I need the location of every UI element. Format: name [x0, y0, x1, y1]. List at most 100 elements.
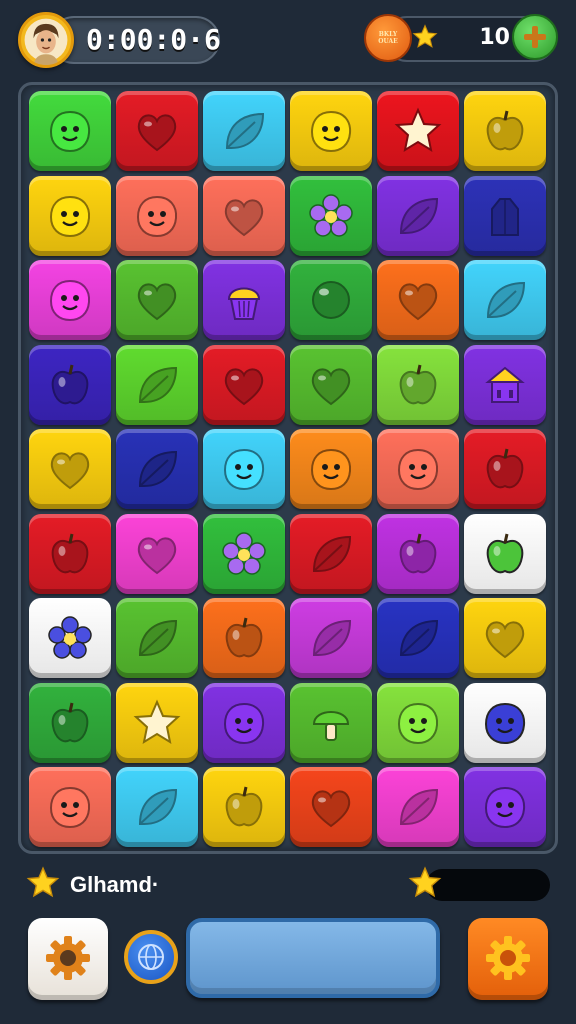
- blob-smile-icon: [49, 786, 91, 829]
- leaf-icon: [312, 619, 352, 656]
- board-tile[interactable]: [116, 429, 198, 509]
- board-tile[interactable]: [116, 260, 198, 340]
- board-tile[interactable]: [203, 513, 285, 594]
- leaf-icon: [225, 112, 265, 149]
- board-tile[interactable]: [116, 767, 198, 847]
- shop-badge-line2: OUAE: [378, 38, 398, 45]
- heart-icon: [398, 283, 438, 321]
- game-timer: 0:00:0·6: [86, 23, 221, 56]
- cupcake-icon: [227, 287, 261, 320]
- board-tile[interactable]: [464, 682, 546, 763]
- board-tile[interactable]: [377, 513, 459, 594]
- board-tile[interactable]: [464, 260, 546, 340]
- apple-icon: [225, 617, 263, 658]
- gem-icon: [491, 197, 519, 236]
- blob-smile-icon: [310, 110, 352, 153]
- board-tile[interactable]: [290, 429, 372, 509]
- board-tile[interactable]: [377, 175, 459, 256]
- gear-icon: [486, 936, 530, 980]
- settings-button[interactable]: [28, 918, 108, 1000]
- board-tile[interactable]: [29, 175, 111, 256]
- board-tile[interactable]: [290, 598, 372, 678]
- add-coins-button[interactable]: [512, 14, 558, 60]
- board-tile[interactable]: [464, 344, 546, 425]
- player-avatar[interactable]: [18, 12, 74, 68]
- board-tile[interactable]: [203, 344, 285, 425]
- board-tile[interactable]: [203, 682, 285, 763]
- board-tile[interactable]: [29, 344, 111, 425]
- progress-bar: [426, 869, 550, 901]
- board-tile[interactable]: [29, 513, 111, 594]
- board-tile[interactable]: [116, 513, 198, 594]
- board-tile[interactable]: [29, 598, 111, 678]
- board-tile[interactable]: [290, 260, 372, 340]
- board-tile[interactable]: [203, 91, 285, 171]
- shop-badge[interactable]: BKLY OUAE: [364, 14, 412, 62]
- leaf-icon: [138, 788, 178, 825]
- board-tile[interactable]: [464, 175, 546, 256]
- board-tile[interactable]: [116, 598, 198, 678]
- player-name: Glhamd·: [70, 872, 160, 897]
- apple-icon: [486, 110, 524, 151]
- board-tile[interactable]: [290, 767, 372, 847]
- leaf-icon: [138, 619, 178, 656]
- leaf-icon: [399, 197, 439, 234]
- board-tile[interactable]: [377, 91, 459, 171]
- board-tile[interactable]: [203, 429, 285, 509]
- board-tile[interactable]: [377, 682, 459, 763]
- leaf-icon: [399, 788, 439, 825]
- heart-icon: [50, 452, 90, 490]
- board-tile[interactable]: [290, 91, 372, 171]
- board-tile[interactable]: [464, 91, 546, 171]
- leaf-icon: [399, 619, 439, 656]
- blob-smile-icon: [223, 448, 265, 491]
- board-tile[interactable]: [464, 598, 546, 678]
- board-tile[interactable]: [116, 175, 198, 256]
- board-tile[interactable]: [116, 682, 198, 763]
- board-tile[interactable]: [29, 682, 111, 763]
- board-tile[interactable]: [290, 513, 372, 594]
- heart-icon: [224, 198, 264, 236]
- blob-smile-icon: [310, 448, 352, 491]
- heart-icon: [137, 283, 177, 321]
- leaf-icon: [312, 535, 352, 572]
- board-tile[interactable]: [377, 429, 459, 509]
- flower-icon: [309, 193, 353, 237]
- board-tile[interactable]: [464, 429, 546, 509]
- board-tile[interactable]: [203, 175, 285, 256]
- board-tile[interactable]: [377, 767, 459, 847]
- flower-icon: [48, 616, 92, 659]
- action-button[interactable]: [186, 918, 440, 998]
- board-tile[interactable]: [290, 344, 372, 425]
- house-icon: [485, 366, 525, 403]
- leaf-icon: [138, 366, 178, 403]
- board-tile[interactable]: [116, 91, 198, 171]
- globe-button[interactable]: [124, 930, 178, 984]
- board-tile[interactable]: [203, 260, 285, 340]
- blob-smile-icon: [136, 195, 178, 237]
- flower-icon: [222, 531, 266, 575]
- board-tile[interactable]: [464, 767, 546, 847]
- board-tile[interactable]: [29, 91, 111, 171]
- board-tile[interactable]: [377, 260, 459, 340]
- board-tile[interactable]: [203, 767, 285, 847]
- board-tile[interactable]: [203, 598, 285, 678]
- heart-icon: [311, 790, 351, 828]
- board-tile[interactable]: [29, 429, 111, 509]
- board-tile[interactable]: [290, 682, 372, 763]
- board-tile[interactable]: [290, 175, 372, 256]
- board-tile[interactable]: [377, 344, 459, 425]
- orb-icon: [312, 281, 350, 319]
- star-icon: [408, 866, 442, 898]
- game-board: [18, 82, 558, 854]
- board-tile[interactable]: [29, 260, 111, 340]
- gear-icon: [46, 936, 90, 980]
- board-tile[interactable]: [29, 767, 111, 847]
- apple-icon: [225, 786, 263, 827]
- board-tile[interactable]: [377, 598, 459, 678]
- globe-icon: [138, 944, 164, 970]
- board-tile[interactable]: [464, 513, 546, 594]
- options-button[interactable]: [468, 918, 548, 1000]
- board-tile[interactable]: [116, 344, 198, 425]
- apple-icon: [51, 364, 89, 404]
